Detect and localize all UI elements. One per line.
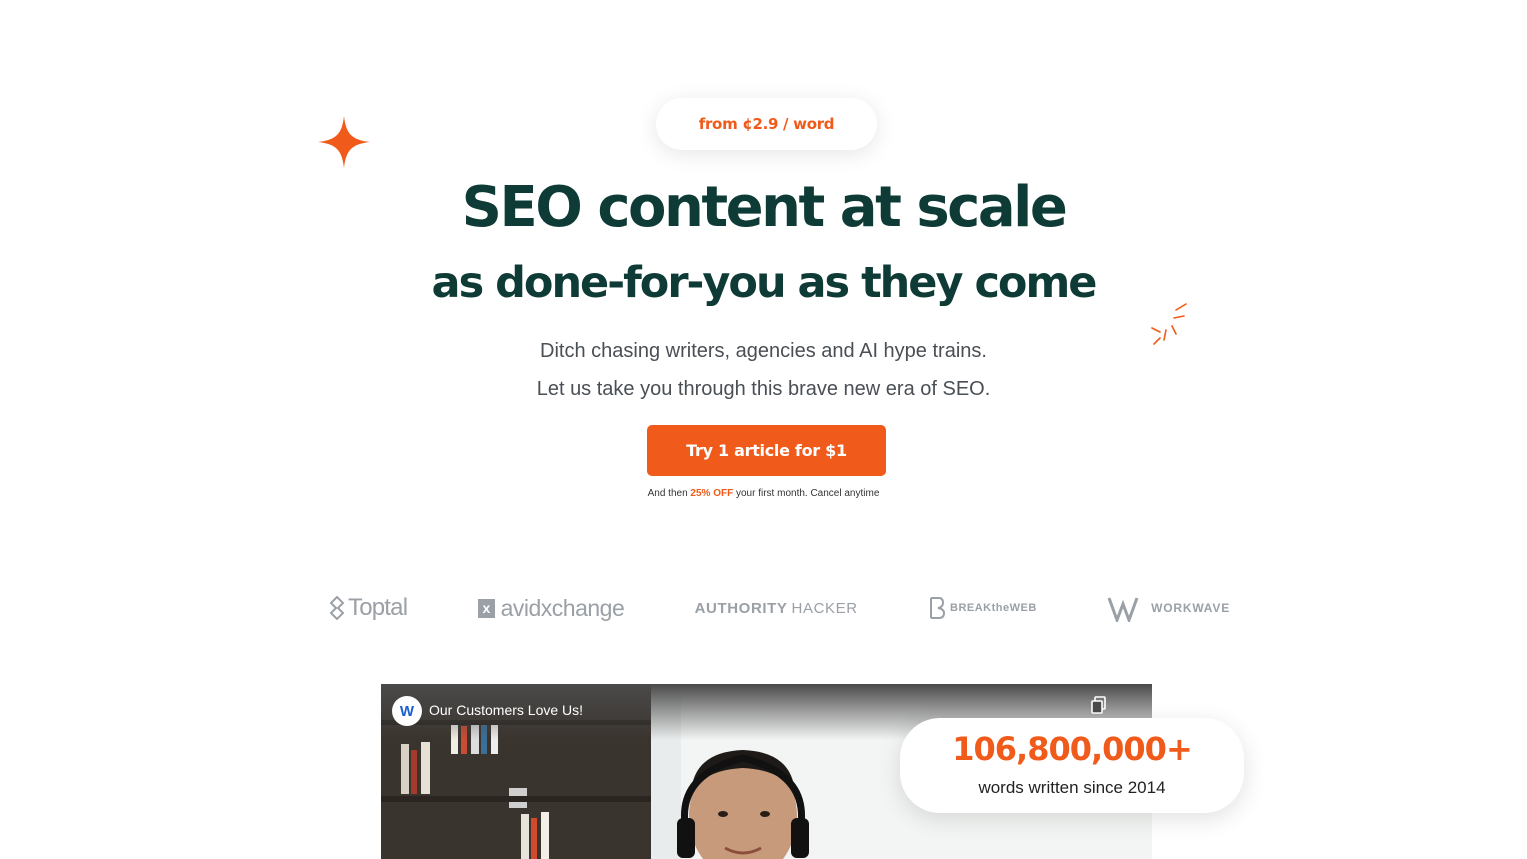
toptal-mark-icon bbox=[330, 596, 344, 620]
toptal-name: Toptal bbox=[348, 594, 408, 621]
try-article-button[interactable]: Try 1 article for $1 bbox=[647, 425, 886, 476]
headline-secondary: as done-for-you as they come bbox=[431, 258, 1098, 308]
workwave-name: WORKWAVE bbox=[1151, 601, 1230, 615]
cta-note: And then 25% OFF your first month. Cance… bbox=[0, 488, 1527, 499]
channel-avatar[interactable]: W bbox=[392, 696, 422, 726]
avidxchange-mark-icon: x bbox=[477, 598, 495, 618]
cta-note-suffix: your first month. Cancel anytime bbox=[733, 488, 880, 499]
cta-note-prefix: And then bbox=[647, 488, 691, 499]
words-count-label: words written since 2014 bbox=[978, 778, 1166, 797]
breaktheweb-name: BREAKtheWEB bbox=[950, 602, 1037, 614]
subtext-line-1: Ditch chasing writers, agencies and AI h… bbox=[540, 340, 987, 362]
cta-note-discount: 25% OFF bbox=[690, 488, 734, 499]
workwave-mark-icon bbox=[1107, 597, 1139, 622]
authority-light: HACKER bbox=[791, 599, 858, 617]
authorityhacker-logo: AUTHORITY HACKER bbox=[695, 600, 858, 617]
subtext-line-2: Let us take you through this brave new e… bbox=[536, 378, 991, 400]
breaktheweb-logo: BREAKtheWEB bbox=[928, 596, 1037, 620]
avidxchange-logo: x avidxchange bbox=[477, 594, 625, 622]
price-badge: from ¢2.9 / word bbox=[656, 98, 877, 150]
breaktheweb-mark-icon bbox=[930, 597, 946, 619]
headline-primary: SEO content at scale bbox=[461, 175, 1068, 240]
avidxchange-name: avidxchange bbox=[500, 594, 625, 621]
price-badge-text: from ¢2.9 / word bbox=[698, 115, 835, 133]
toptal-logo: Toptal bbox=[330, 594, 408, 622]
video-speaker-image bbox=[677, 750, 809, 859]
sparkle-icon bbox=[318, 116, 370, 168]
client-logos: Toptal x avidxchange AUTHORITY HACKER BRE… bbox=[330, 588, 1230, 628]
stats-card: 106,800,000+ words written since 2014 bbox=[900, 718, 1244, 813]
words-count: 106,800,000+ bbox=[952, 730, 1193, 768]
video-title[interactable]: Our Customers Love Us! bbox=[429, 702, 583, 718]
authority-bold: AUTHORITY bbox=[694, 599, 788, 617]
copy-link-icon[interactable] bbox=[1091, 696, 1107, 714]
workwave-logo: WORKWAVE bbox=[1107, 594, 1230, 622]
